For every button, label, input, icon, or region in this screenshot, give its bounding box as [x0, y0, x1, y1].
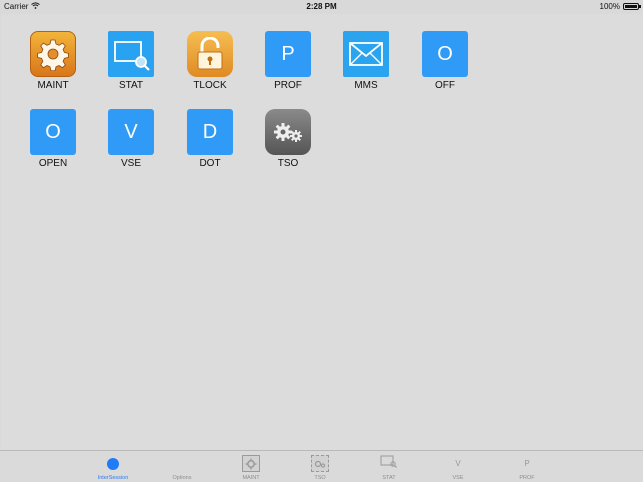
letter-v-icon: V [455, 459, 461, 468]
padlock-icon [187, 31, 233, 77]
tab-bar: InterSession Options MAINT TSO STAT V VS… [0, 450, 643, 482]
gear-icon [242, 455, 260, 472]
circle-icon [107, 457, 119, 470]
battery-percent: 100% [599, 2, 620, 11]
status-time: 2:28 PM [306, 2, 337, 11]
app-label: TLOCK [193, 80, 227, 91]
status-right: 100% [599, 2, 641, 11]
app-maint[interactable]: MAINT [14, 31, 92, 91]
tab-stat[interactable]: STAT [359, 454, 419, 481]
tab-label: Options [172, 475, 192, 481]
battery-icon [623, 3, 641, 10]
gear-icon [30, 31, 76, 77]
screen-magnifier-icon [108, 31, 154, 77]
app-label: PROF [274, 80, 302, 91]
tab-label: MAINT [242, 475, 260, 481]
app-label: DOT [199, 158, 221, 169]
tab-vse[interactable]: V VSE [428, 454, 488, 481]
app-label: MMS [354, 80, 378, 91]
app-mms[interactable]: MMS [327, 31, 405, 91]
letter-o-icon: O [422, 31, 468, 77]
tab-label: VSE [452, 475, 464, 481]
app-label: TSO [277, 158, 299, 169]
letter-o-icon: O [30, 109, 76, 155]
tab-intersession[interactable]: InterSession [83, 454, 143, 481]
app-dot[interactable]: D DOT [171, 109, 249, 169]
letter-p-icon: P [265, 31, 311, 77]
app-off[interactable]: O OFF [406, 31, 484, 91]
envelope-icon [343, 31, 389, 77]
app-label: OPEN [38, 158, 68, 169]
app-label: VSE [120, 158, 141, 169]
app-tso[interactable]: TSO [249, 109, 327, 169]
app-grid: MAINT STAT TLOCK P PROF MMS O OFF O OPEN… [1, 14, 642, 450]
tab-prof[interactable]: P PROF [497, 454, 557, 481]
letter-v-icon: V [108, 109, 154, 155]
screen-magnifier-icon [380, 454, 398, 473]
tab-maint[interactable]: MAINT [221, 454, 281, 481]
app-vse[interactable]: V VSE [92, 109, 170, 169]
app-prof[interactable]: P PROF [249, 31, 327, 91]
app-tlock[interactable]: TLOCK [171, 31, 249, 91]
tab-label: PROF [519, 475, 535, 481]
letter-d-icon: D [187, 109, 233, 155]
tab-label: TSO [314, 475, 326, 481]
status-bar: Carrier 2:28 PM 100% [0, 0, 643, 14]
app-label: STAT [118, 80, 144, 91]
letter-p-icon: P [524, 459, 530, 468]
gears-icon [265, 109, 311, 155]
app-label: MAINT [37, 80, 69, 91]
tab-label: InterSession [97, 475, 129, 481]
gears-icon [311, 455, 329, 472]
app-open[interactable]: O OPEN [14, 109, 92, 169]
tab-label: STAT [382, 475, 396, 481]
tab-options[interactable]: Options [152, 454, 212, 481]
tab-tso[interactable]: TSO [290, 454, 350, 481]
app-label: OFF [435, 80, 455, 91]
battery-fill [625, 5, 637, 8]
app-stat[interactable]: STAT [92, 31, 170, 91]
